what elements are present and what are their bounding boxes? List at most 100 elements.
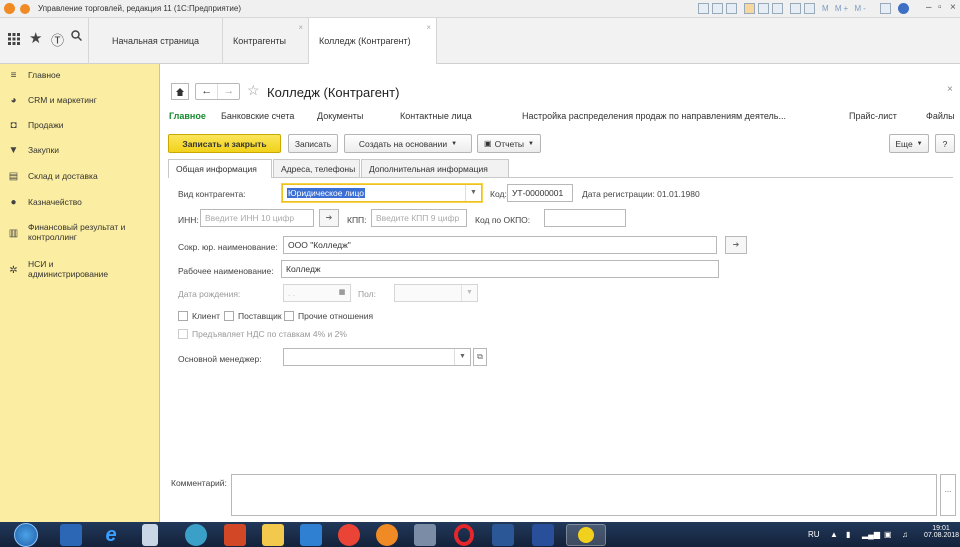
paint-icon[interactable] xyxy=(185,524,207,546)
manager-select[interactable]: ▼ xyxy=(283,348,471,366)
tab-close-icon[interactable]: × xyxy=(426,23,431,32)
tab-general-info[interactable]: Общая информация xyxy=(168,159,272,178)
nav-link-sales-distribution[interactable]: Настройка распределения продаж по направ… xyxy=(522,111,786,121)
volume-icon[interactable]: ♫ xyxy=(902,530,908,539)
short-name-field[interactable]: ООО "Колледж" xyxy=(283,236,717,254)
memory-icons[interactable]: M M+ M- xyxy=(822,4,868,13)
clock[interactable]: 19:01 07.08.2018 xyxy=(924,525,959,539)
reports-button[interactable]: ▣ Отчеты ▼ xyxy=(477,134,541,153)
tab-close-icon[interactable]: × xyxy=(298,23,303,32)
toolbar-icon[interactable] xyxy=(804,3,815,14)
media-icon[interactable] xyxy=(300,524,322,546)
kind-select[interactable]: Юридическое лицо ▼ xyxy=(282,184,482,202)
favorites-star-icon[interactable]: ★ xyxy=(29,29,42,47)
client-checkbox[interactable] xyxy=(178,311,188,321)
nav-link-bank-accounts[interactable]: Банковские счета xyxy=(221,111,294,121)
tab-additional-info[interactable]: Дополнительная информация xyxy=(361,159,509,177)
tab-college[interactable]: Колледж (Контрагент) × xyxy=(309,18,437,64)
sidebar-item-admin[interactable]: ✲ НСИ и администрирование xyxy=(0,259,160,283)
tab-addresses[interactable]: Адреса, телефоны xyxy=(273,159,360,177)
forward-arrow-icon[interactable]: → xyxy=(217,84,239,99)
sidebar-item-treasury[interactable]: ● Казначейство xyxy=(0,197,160,211)
chrome-icon[interactable] xyxy=(338,524,360,546)
sidebar-item-purchases[interactable]: ▼ Закупки xyxy=(0,145,160,159)
tab-home[interactable]: Начальная страница xyxy=(88,18,223,64)
toolbar-icon[interactable] xyxy=(712,3,723,14)
calendar-icon[interactable]: ▦ xyxy=(334,285,350,301)
maximize-icon[interactable]: ▫ xyxy=(938,2,942,13)
help-button[interactable]: ? xyxy=(935,134,955,153)
chevron-down-icon[interactable]: ▼ xyxy=(454,349,470,365)
other-relations-checkbox[interactable] xyxy=(284,311,294,321)
supplier-checkbox[interactable] xyxy=(224,311,234,321)
short-name-lookup-icon[interactable]: ➔ xyxy=(725,236,747,254)
word-icon[interactable] xyxy=(492,524,514,546)
nav-link-contacts[interactable]: Контактные лица xyxy=(400,111,472,121)
calculator-icon[interactable] xyxy=(142,524,158,546)
sidebar-item-main[interactable]: ≡ Главное xyxy=(0,70,160,84)
save-and-close-button[interactable]: Записать и закрыть xyxy=(168,134,281,153)
info-icon[interactable] xyxy=(898,3,909,14)
back-arrow-icon[interactable]: ← xyxy=(196,84,217,99)
close-icon[interactable]: × xyxy=(950,2,956,13)
close-form-icon[interactable]: × xyxy=(947,84,953,95)
app-logo-icon[interactable] xyxy=(4,3,15,14)
comment-expand-button[interactable]: ... xyxy=(940,474,956,516)
favorite-star-icon[interactable]: ☆ xyxy=(247,82,260,99)
chevron-down-icon[interactable]: ▼ xyxy=(465,185,481,201)
powerpoint-icon[interactable] xyxy=(224,524,246,546)
create-based-button[interactable]: Создать на основании ▼ xyxy=(344,134,472,153)
home-icon[interactable] xyxy=(171,83,189,100)
code-field[interactable]: УТ-00000001 xyxy=(507,184,573,202)
save-button[interactable]: Записать xyxy=(288,134,338,153)
tray-flag-icon[interactable]: ▮ xyxy=(846,530,850,539)
birth-date-field[interactable]: . . ▦ xyxy=(283,284,351,302)
app-1c-button[interactable] xyxy=(566,524,606,546)
firefox-icon[interactable] xyxy=(376,524,398,546)
sidebar-item-warehouse[interactable]: ▤ Склад и доставка xyxy=(0,171,160,185)
signal-icon[interactable]: ▂▄▆ xyxy=(862,530,880,539)
vat-checkbox[interactable] xyxy=(178,329,188,339)
open-manager-icon[interactable]: ⧉ xyxy=(473,348,487,366)
gender-select[interactable]: ▼ xyxy=(394,284,478,302)
toolbar-icon[interactable] xyxy=(880,3,891,14)
tab-counterparties[interactable]: Контрагенты × xyxy=(223,18,309,64)
save-disk-icon[interactable] xyxy=(532,524,554,546)
sidebar-item-sales[interactable]: ◘ Продажи xyxy=(0,120,160,134)
kpp-field[interactable]: Введите КПП 9 цифр xyxy=(371,209,467,227)
nav-link-main[interactable]: Главное xyxy=(169,111,206,121)
language-indicator[interactable]: RU xyxy=(808,530,820,539)
toolbar-icon[interactable] xyxy=(698,3,709,14)
minimize-icon[interactable]: – xyxy=(926,2,932,13)
nav-link-files[interactable]: Файлы xyxy=(926,111,955,121)
history-icon[interactable]: Ⓣ xyxy=(51,30,64,49)
okpo-field[interactable] xyxy=(544,209,626,227)
work-name-field[interactable]: Колледж xyxy=(281,260,719,278)
cart-icon: ▼ xyxy=(8,145,19,156)
toolbar-icon[interactable] xyxy=(744,3,755,14)
start-button-icon[interactable] xyxy=(14,523,38,547)
nav-link-price-list[interactable]: Прайс-лист xyxy=(849,111,897,121)
more-button[interactable]: Еще ▼ xyxy=(889,134,929,153)
network-icon[interactable]: ▣ xyxy=(884,530,892,539)
toolbar-icon[interactable] xyxy=(726,3,737,14)
comment-field[interactable] xyxy=(231,474,937,516)
app-icon[interactable] xyxy=(414,524,436,546)
browser-ie-icon[interactable]: e xyxy=(100,524,122,546)
toolbar-icon[interactable] xyxy=(772,3,783,14)
inn-lookup-icon[interactable]: ➔ xyxy=(319,209,339,227)
sidebar-item-finance[interactable]: ▥ Финансовый результат и контроллинг xyxy=(0,222,160,246)
tray-arrow-icon[interactable]: ▲ xyxy=(830,530,838,539)
sidebar-item-crm[interactable]: ◕ CRM и маркетинг xyxy=(0,95,160,109)
chevron-down-icon[interactable]: ▼ xyxy=(461,285,477,301)
toolbar-icon[interactable] xyxy=(758,3,769,14)
explorer-icon[interactable] xyxy=(262,524,284,546)
app-icon[interactable] xyxy=(60,524,82,546)
inn-field[interactable]: Введите ИНН 10 цифр xyxy=(200,209,314,227)
app-menu-icon[interactable] xyxy=(20,4,30,14)
menu-grid-icon[interactable] xyxy=(8,32,20,49)
search-icon[interactable] xyxy=(71,30,83,44)
opera-icon[interactable] xyxy=(454,524,474,546)
toolbar-icon[interactable] xyxy=(790,3,801,14)
nav-link-documents[interactable]: Документы xyxy=(317,111,363,121)
